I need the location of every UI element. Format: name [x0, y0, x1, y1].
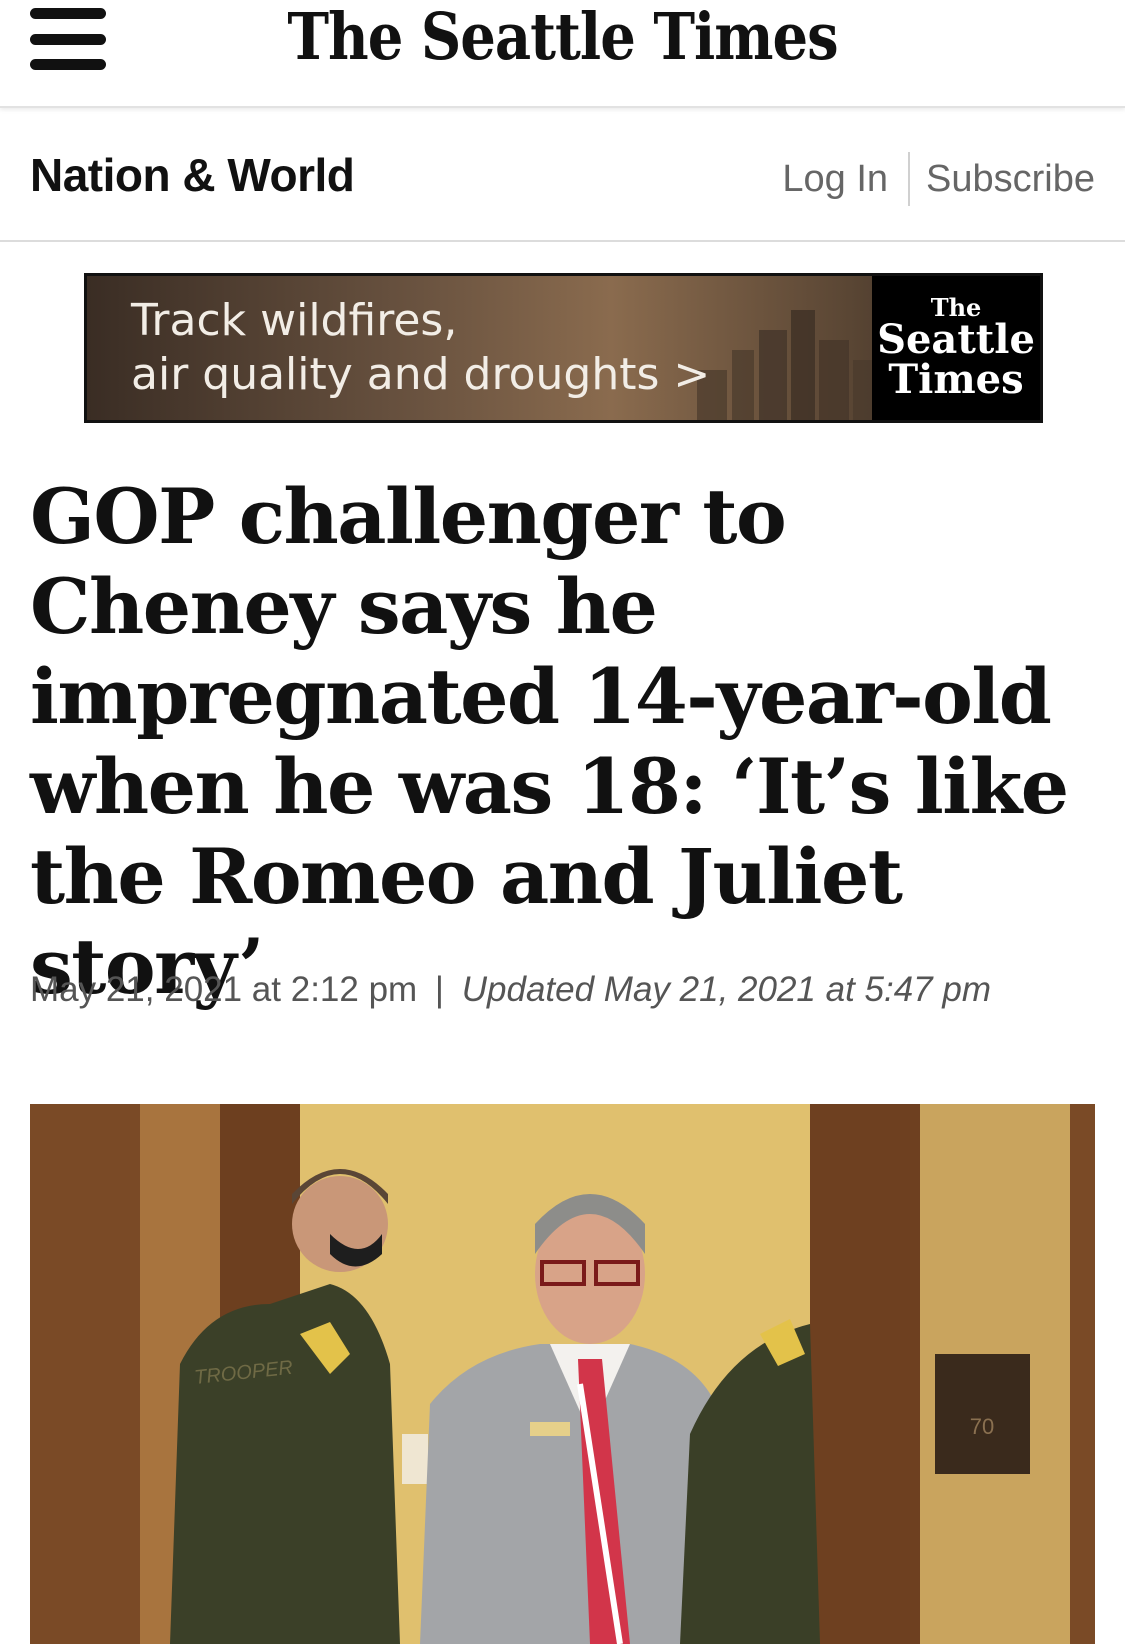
- top-bar: The Seattle Times: [0, 0, 1125, 108]
- article-headline: GOP challenger to Cheney says he impregn…: [30, 472, 1069, 1011]
- banner-line-1: Track wildfires,: [131, 295, 458, 346]
- banner-line-2: air quality and droughts >: [131, 349, 711, 400]
- photo-illustration: 70 TROOPER: [30, 1104, 1095, 1644]
- banner-text: Track wildfires, air quality and drought…: [131, 294, 710, 402]
- updated-date: Updated May 21, 2021 at 5:47 pm: [461, 970, 991, 1009]
- auth-links: Log In Subscribe: [782, 152, 1095, 206]
- section-title[interactable]: Nation & World: [30, 148, 355, 202]
- wildfire-tracker-banner[interactable]: Track wildfires, air quality and drought…: [84, 273, 1043, 423]
- banner-brand-times: Times: [888, 356, 1024, 403]
- banner-brand-logo: The Seattle Times: [872, 276, 1040, 420]
- article-photo[interactable]: 70 TROOPER: [30, 1104, 1095, 1644]
- section-bar: Nation & World Log In Subscribe: [0, 108, 1125, 242]
- banner-brand-seattle: Seattle: [877, 316, 1035, 363]
- date-separator: |: [434, 970, 445, 1009]
- wall-sign-number: 70: [970, 1414, 994, 1439]
- article-dateline: May 21, 2021 at 2:12 pm | Updated May 21…: [30, 970, 991, 1010]
- site-logo[interactable]: The Seattle Times: [0, 0, 1125, 75]
- subscribe-link[interactable]: Subscribe: [910, 158, 1095, 201]
- login-link[interactable]: Log In: [782, 158, 908, 201]
- published-date: May 21, 2021 at 2:12 pm: [30, 970, 418, 1009]
